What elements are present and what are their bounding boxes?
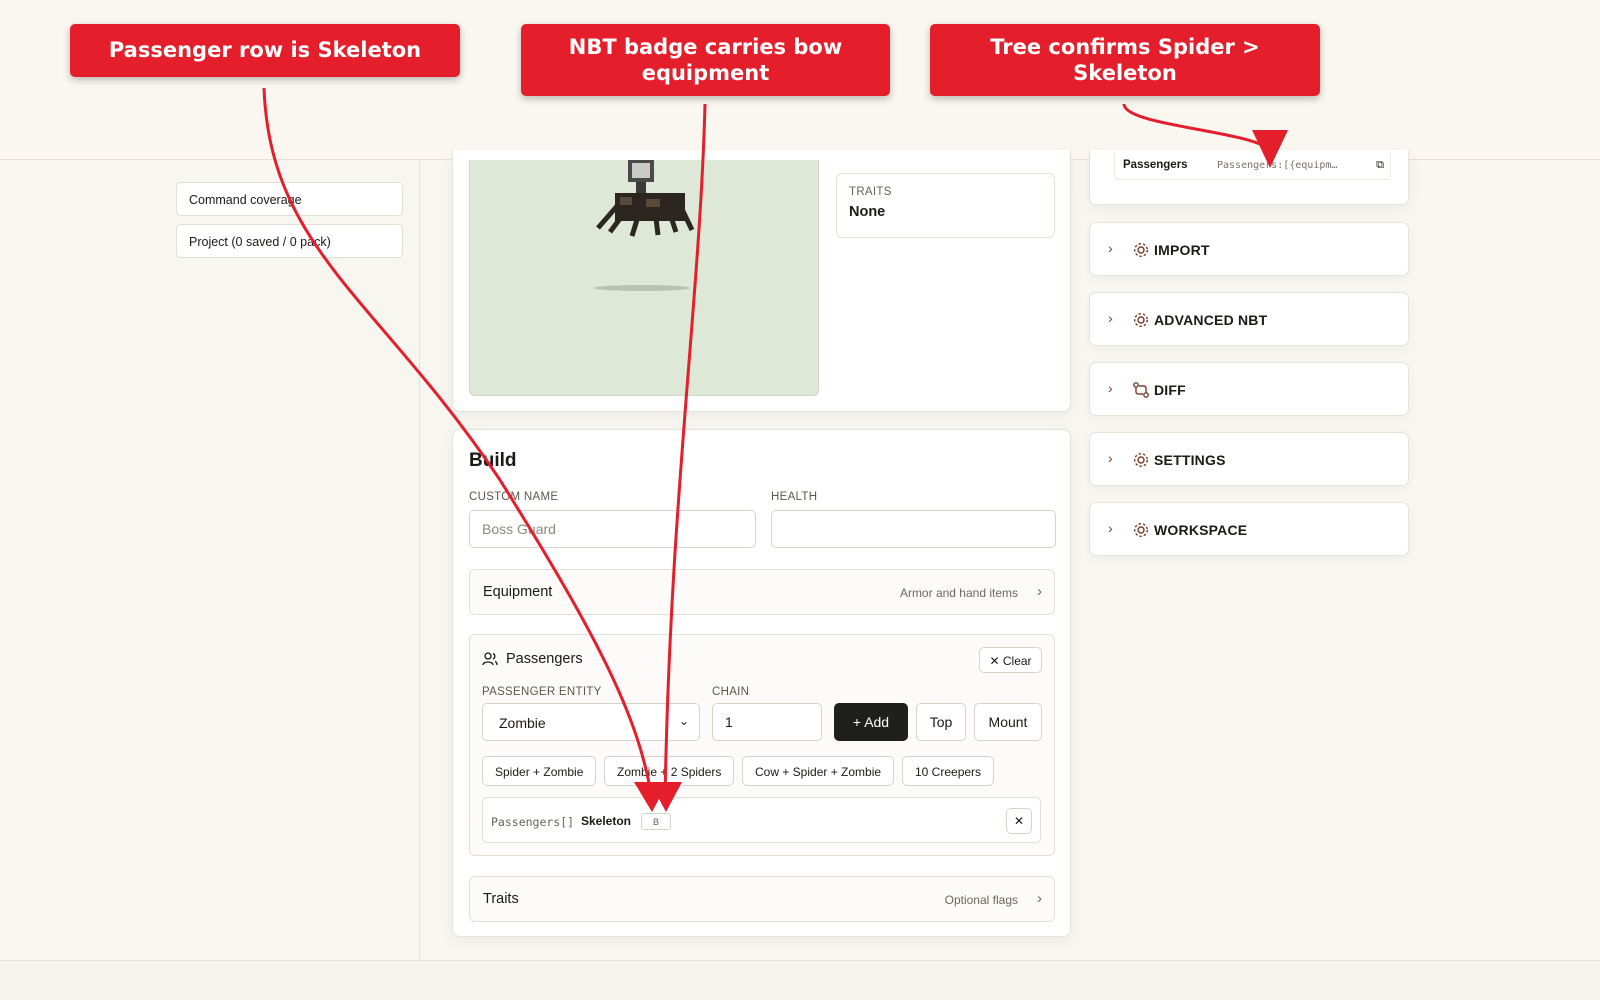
equipment-title: Equipment: [483, 584, 553, 600]
preset-zombie-2-spiders[interactable]: Zombie + 2 Spiders: [604, 756, 735, 786]
passenger-name: Skeleton: [581, 814, 632, 828]
sidebar-item-project[interactable]: Project (0 saved / 0 pack): [176, 224, 403, 258]
chevron-right-icon: ›: [1108, 520, 1113, 536]
chain-label: CHAIN: [712, 686, 750, 698]
passenger-entity-value: Zombie: [499, 715, 546, 731]
passenger-entity-select[interactable]: Zombie ⌄: [482, 703, 700, 741]
close-icon: ✕: [989, 654, 1000, 668]
passengers-title: Passengers: [506, 651, 583, 667]
passenger-path: Passengers[]: [491, 815, 575, 829]
gear-icon: [1133, 452, 1149, 468]
plus-icon: +: [852, 714, 862, 730]
chevron-down-icon: ⌄: [678, 714, 689, 728]
traits-summary-label: TRAITS: [849, 186, 892, 198]
gear-icon: [1133, 312, 1149, 328]
accordion-advanced-nbt[interactable]: › ADVANCED NBT: [1089, 292, 1409, 346]
accordion-import[interactable]: › IMPORT: [1089, 222, 1409, 276]
gear-icon: [1133, 522, 1149, 538]
traits-title: Traits: [483, 891, 519, 907]
traits-section[interactable]: Traits Optional flags ›: [469, 876, 1055, 922]
preset-spider-zombie[interactable]: Spider + Zombie: [482, 756, 597, 786]
chevron-right-icon: ›: [1108, 450, 1113, 466]
spider-skeleton-model: [594, 160, 695, 291]
add-passenger-button[interactable]: + Add: [834, 703, 908, 741]
custom-name-label: CUSTOM NAME: [469, 491, 559, 503]
chevron-right-icon: ›: [1108, 310, 1113, 326]
preset-cow-spider-zombie[interactable]: Cow + Spider + Zombie: [742, 756, 895, 786]
tree-row-value: Passengers:[{equipm…: [1217, 160, 1338, 171]
nbt-badge[interactable]: B: [641, 813, 671, 830]
add-label: Add: [864, 714, 890, 730]
passenger-row[interactable]: Passengers[] Skeleton B ✕: [482, 797, 1041, 843]
clear-passengers-button[interactable]: ✕ Clear: [979, 647, 1042, 673]
health-input[interactable]: [771, 510, 1056, 548]
traits-summary: TRAITS None: [836, 173, 1055, 238]
tree-row[interactable]: Passengers Passengers:[{equipm… ⧉: [1114, 153, 1391, 180]
accordion-label: IMPORT: [1154, 242, 1210, 258]
clear-label: Clear: [1002, 654, 1032, 668]
mount-button[interactable]: Mount: [974, 703, 1042, 741]
traits-hint: Optional flags: [944, 893, 1018, 907]
annotation-callout: Tree confirms Spider > Skeleton: [930, 24, 1320, 96]
sidebar-item-command-coverage[interactable]: Command coverage: [176, 182, 403, 216]
tree-row-key: Passengers: [1123, 159, 1188, 171]
chevron-right-icon: ›: [1037, 890, 1042, 907]
passenger-entity-label: PASSENGER ENTITY: [482, 686, 602, 698]
annotation-callout: NBT badge carries bow equipment: [521, 24, 890, 96]
custom-name-input[interactable]: [469, 510, 756, 548]
equipment-section[interactable]: Equipment Armor and hand items ›: [469, 569, 1055, 615]
chevron-right-icon: ›: [1108, 380, 1113, 396]
preset-10-creepers[interactable]: 10 Creepers: [902, 756, 995, 786]
gear-icon: [1133, 242, 1149, 258]
accordion-label: WORKSPACE: [1154, 522, 1248, 538]
git-compare-icon: [1133, 382, 1149, 398]
users-icon: [482, 652, 498, 666]
traits-summary-value: None: [849, 204, 886, 220]
health-label: HEALTH: [771, 491, 818, 503]
accordion-label: DIFF: [1154, 382, 1186, 398]
build-title: Build: [469, 450, 517, 471]
accordion-diff[interactable]: › DIFF: [1089, 362, 1409, 416]
accordion-settings[interactable]: › SETTINGS: [1089, 432, 1409, 486]
chain-input[interactable]: [712, 703, 822, 741]
accordion-label: ADVANCED NBT: [1154, 312, 1268, 328]
accordion-label: SETTINGS: [1154, 452, 1226, 468]
chevron-right-icon: ›: [1108, 240, 1113, 256]
accordion-workspace[interactable]: › WORKSPACE: [1089, 502, 1409, 556]
sidebar-divider: [419, 160, 420, 960]
top-button[interactable]: Top: [916, 703, 966, 741]
annotation-callout: Passenger row is Skeleton: [70, 24, 460, 77]
equipment-hint: Armor and hand items: [899, 586, 1018, 600]
chevron-right-icon: ›: [1037, 583, 1042, 600]
remove-passenger-button[interactable]: ✕: [1006, 808, 1032, 834]
bottom-band: [0, 960, 1600, 1000]
entity-preview[interactable]: [469, 160, 819, 396]
copy-icon[interactable]: ⧉: [1376, 159, 1384, 172]
